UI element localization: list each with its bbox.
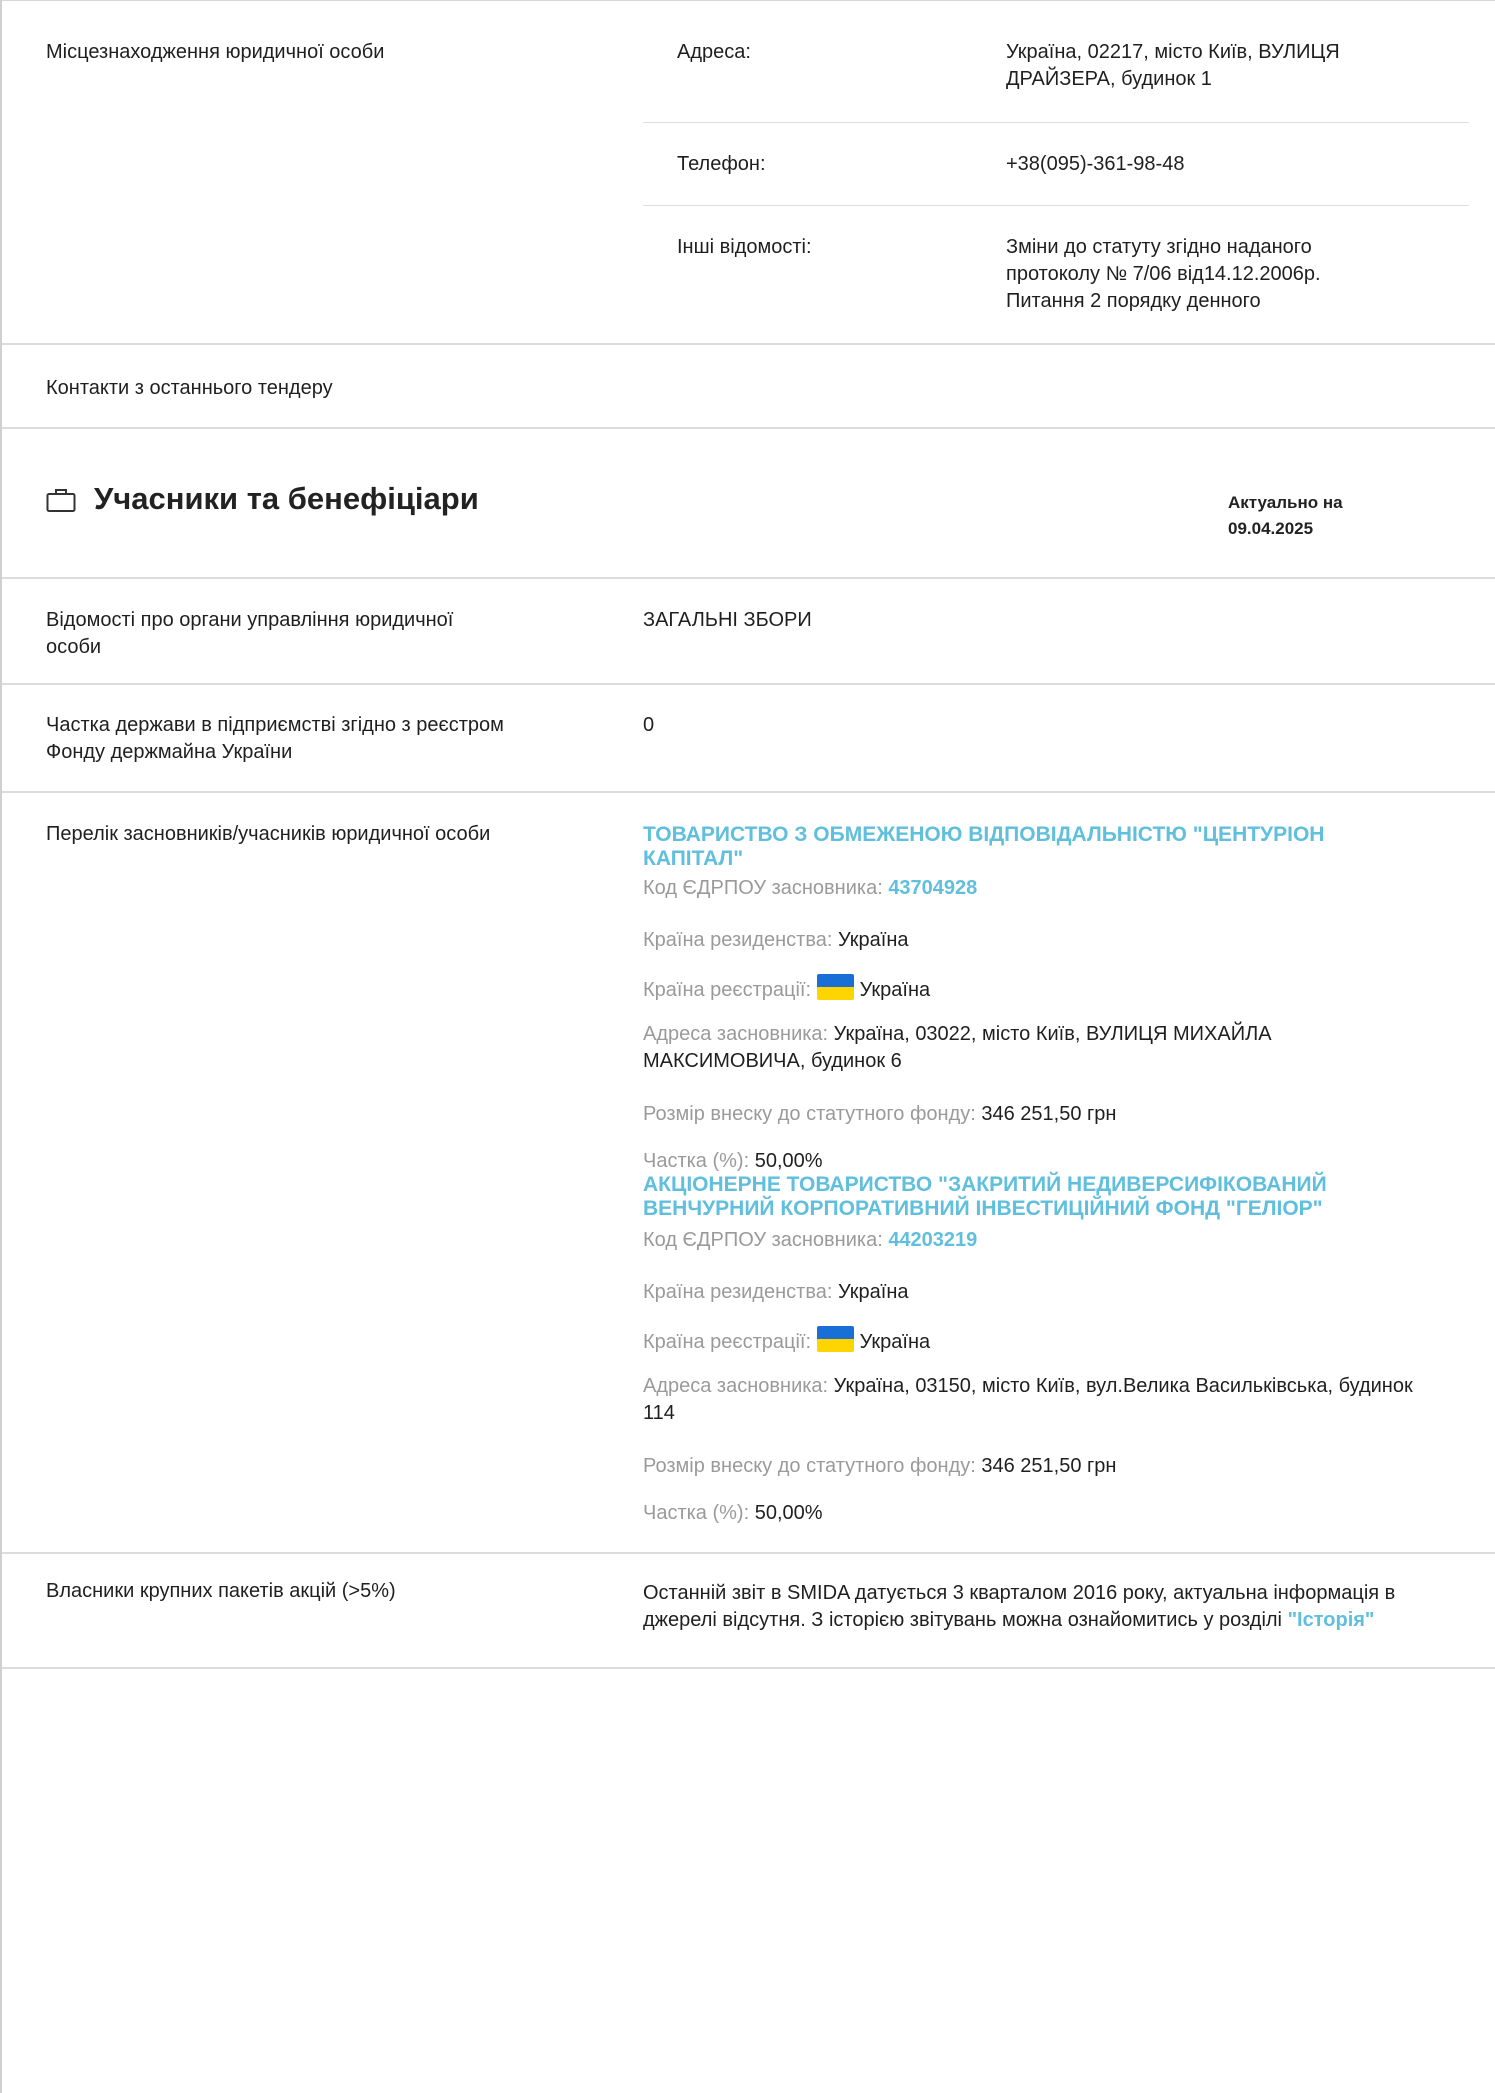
founder-share: Частка (%): 50,00% bbox=[643, 1500, 1453, 1527]
founder-contribution: Розмір внеску до статутного фонду: 346 2… bbox=[643, 1101, 1453, 1128]
founder-name-line1[interactable]: ТОВАРИСТВО З ОБМЕЖЕНОЮ ВІДПОВІДАЛЬНІСТЮ … bbox=[643, 823, 1453, 847]
shareholders-row: Власники крупних пакетів акцій (>5%) Ост… bbox=[2, 1554, 1495, 1669]
founder-registration-label: Країна реєстрації: bbox=[643, 1331, 812, 1353]
founder-residence: Країна резиденства: Україна bbox=[643, 1279, 1453, 1306]
founder-share-value: 50,00% bbox=[754, 1502, 823, 1524]
founder-contribution-value: 346 251,50 грн bbox=[981, 1455, 1117, 1477]
other-info-item: Інші відомості: Зміни до статуту згідно … bbox=[643, 234, 1469, 324]
ukraine-flag-icon bbox=[816, 1326, 854, 1352]
founder-share-label: Частка (%): bbox=[643, 1502, 750, 1524]
participants-section-header: Учасники та бенефіціари Актуально на 09.… bbox=[2, 429, 1495, 579]
state-share-label-line1: Частка держави в підприємстві згідно з р… bbox=[46, 714, 504, 736]
founder-name-line2[interactable]: КАПІТАЛ" bbox=[643, 847, 1453, 871]
founder-contribution: Розмір внеску до статутного фонду: 346 2… bbox=[643, 1453, 1453, 1480]
governance-label-line2: особи bbox=[46, 636, 102, 658]
founder-code-link[interactable]: 44203219 bbox=[888, 1229, 977, 1251]
other-info-line2: протоколу № 7/06 від14.12.2006р. bbox=[1006, 263, 1321, 285]
briefcase-icon bbox=[46, 487, 76, 513]
founder-residence: Країна резиденства: Україна bbox=[643, 927, 1453, 954]
founder-code-label: Код ЄДРПОУ засновника: bbox=[643, 1229, 883, 1251]
founder-address-line2: МАКСИМОВИЧА, будинок 6 bbox=[643, 1050, 902, 1072]
other-info-line3: Питання 2 порядку денного bbox=[1006, 290, 1261, 312]
location-label: Місцезнаходження юридичної особи bbox=[46, 41, 385, 63]
founder-share: Частка (%): 50,00% bbox=[643, 1148, 1453, 1175]
phone-item: Телефон: +38(095)-361-98-48 bbox=[643, 151, 1469, 191]
founder-contribution-label: Розмір внеску до статутного фонду: bbox=[643, 1103, 976, 1125]
founder-contribution-label: Розмір внеску до статутного фонду: bbox=[643, 1455, 976, 1477]
phone-key: Телефон: bbox=[677, 153, 766, 175]
address-value-line2: ДРАЙЗЕРА, будинок 1 bbox=[1006, 68, 1212, 90]
founder-name-line2[interactable]: ВЕНЧУРНИЙ КОРПОРАТИВНИЙ ІНВЕСТИЦІЙНИЙ ФО… bbox=[643, 1197, 1453, 1221]
founder-code-label: Код ЄДРПОУ засновника: bbox=[643, 877, 883, 899]
founders-label: Перелік засновників/учасників юридичної … bbox=[46, 823, 491, 845]
address-item: Адреса: Україна, 02217, місто Київ, ВУЛИ… bbox=[643, 39, 1469, 119]
company-info-panel: Місцезнаходження юридичної особи Адреса:… bbox=[0, 0, 1495, 2093]
other-info-key: Інші відомості: bbox=[677, 236, 812, 258]
shareholders-text: Останній звіт в SMIDA датується 3 кварта… bbox=[643, 1580, 1473, 1634]
state-share-label-line2: Фонду держмайна України bbox=[46, 741, 293, 763]
state-share-label: Частка держави в підприємстві згідно з р… bbox=[46, 712, 504, 766]
founder-residence-value: Україна bbox=[837, 929, 909, 951]
founder-residence-label: Країна резиденства: bbox=[643, 1281, 833, 1303]
founder-address-label: Адреса засновника: bbox=[643, 1375, 829, 1397]
divider bbox=[643, 122, 1469, 123]
founder-address-line1: Україна, 03150, місто Київ, вул.Велика В… bbox=[833, 1375, 1413, 1397]
governance-row: Відомості про органи управління юридично… bbox=[2, 579, 1495, 685]
founders-row: Перелік засновників/учасників юридичної … bbox=[2, 793, 1495, 1554]
divider bbox=[643, 205, 1469, 206]
founder-code: Код ЄДРПОУ засновника: 44203219 bbox=[643, 1227, 1453, 1254]
governance-label-line1: Відомості про органи управління юридично… bbox=[46, 609, 454, 631]
founder-name-line1[interactable]: АКЦІОНЕРНЕ ТОВАРИСТВО "ЗАКРИТИЙ НЕДИВЕРС… bbox=[643, 1173, 1453, 1197]
founder-code: Код ЄДРПОУ засновника: 43704928 bbox=[643, 875, 1453, 902]
founder-name-link[interactable]: ТОВАРИСТВО З ОБМЕЖЕНОЮ ВІДПОВІДАЛЬНІСТЮ … bbox=[643, 823, 1453, 871]
founder-share-value: 50,00% bbox=[754, 1150, 823, 1172]
founder-share-label: Частка (%): bbox=[643, 1150, 750, 1172]
address-value-line1: Україна, 02217, місто Київ, ВУЛИЦЯ bbox=[1006, 41, 1340, 63]
founder-registration: Країна реєстрації: Україна bbox=[643, 1326, 1453, 1356]
actual-label: Актуально на bbox=[1228, 493, 1343, 512]
founder-address: Адреса засновника: Україна, 03022, місто… bbox=[643, 1021, 1453, 1075]
other-info-value: Зміни до статуту згідно наданого протоко… bbox=[1006, 234, 1446, 315]
founder-registration-label: Країна реєстрації: bbox=[643, 979, 812, 1001]
phone-value: +38(095)-361-98-48 bbox=[1006, 153, 1185, 175]
shareholders-label: Власники крупних пакетів акцій (>5%) bbox=[46, 1580, 396, 1602]
section-title: Учасники та бенефіціари bbox=[94, 481, 479, 516]
shareholders-text-line2: джерелі відсутня. З історією звітувань м… bbox=[643, 1609, 1282, 1631]
address-value: Україна, 02217, місто Київ, ВУЛИЦЯ ДРАЙЗ… bbox=[1006, 39, 1446, 93]
actual-date: 09.04.2025 bbox=[1228, 519, 1314, 538]
founder-registration: Країна реєстрації: Україна bbox=[643, 974, 1453, 1004]
governance-value: ЗАГАЛЬНІ ЗБОРИ bbox=[643, 609, 812, 631]
founder-name-link[interactable]: АКЦІОНЕРНЕ ТОВАРИСТВО "ЗАКРИТИЙ НЕДИВЕРС… bbox=[643, 1173, 1453, 1221]
founder-address-label: Адреса засновника: bbox=[643, 1023, 829, 1045]
founder-address-line2: 114 bbox=[643, 1402, 675, 1424]
address-key: Адреса: bbox=[677, 41, 751, 63]
founder-residence-value: Україна bbox=[837, 1281, 909, 1303]
ukraine-flag-icon bbox=[816, 974, 854, 1000]
founder-code-link[interactable]: 43704928 bbox=[888, 877, 977, 899]
shareholders-text-line1: Останній звіт в SMIDA датується 3 кварта… bbox=[643, 1582, 1396, 1604]
state-share-value: 0 bbox=[643, 714, 655, 736]
location-row: Місцезнаходження юридичної особи Адреса:… bbox=[2, 1, 1495, 345]
history-link[interactable]: "Історія" bbox=[1288, 1609, 1375, 1631]
founder-address-line1: Україна, 03022, місто Київ, ВУЛИЦЯ МИХАЙ… bbox=[833, 1023, 1272, 1045]
founder-contribution-value: 346 251,50 грн bbox=[981, 1103, 1117, 1125]
other-info-line1: Зміни до статуту згідно наданого bbox=[1006, 236, 1312, 258]
founder-residence-label: Країна резиденства: bbox=[643, 929, 833, 951]
founder-registration-value: Україна bbox=[859, 1331, 931, 1353]
state-share-row: Частка держави в підприємстві згідно з р… bbox=[2, 685, 1495, 793]
founder-registration-value: Україна bbox=[859, 979, 931, 1001]
contacts-label: Контакти з останнього тендеру bbox=[46, 377, 333, 399]
contacts-row: Контакти з останнього тендеру bbox=[2, 345, 1495, 429]
governance-label: Відомості про органи управління юридично… bbox=[46, 607, 453, 661]
founder-address: Адреса засновника: Україна, 03150, місто… bbox=[643, 1373, 1453, 1427]
